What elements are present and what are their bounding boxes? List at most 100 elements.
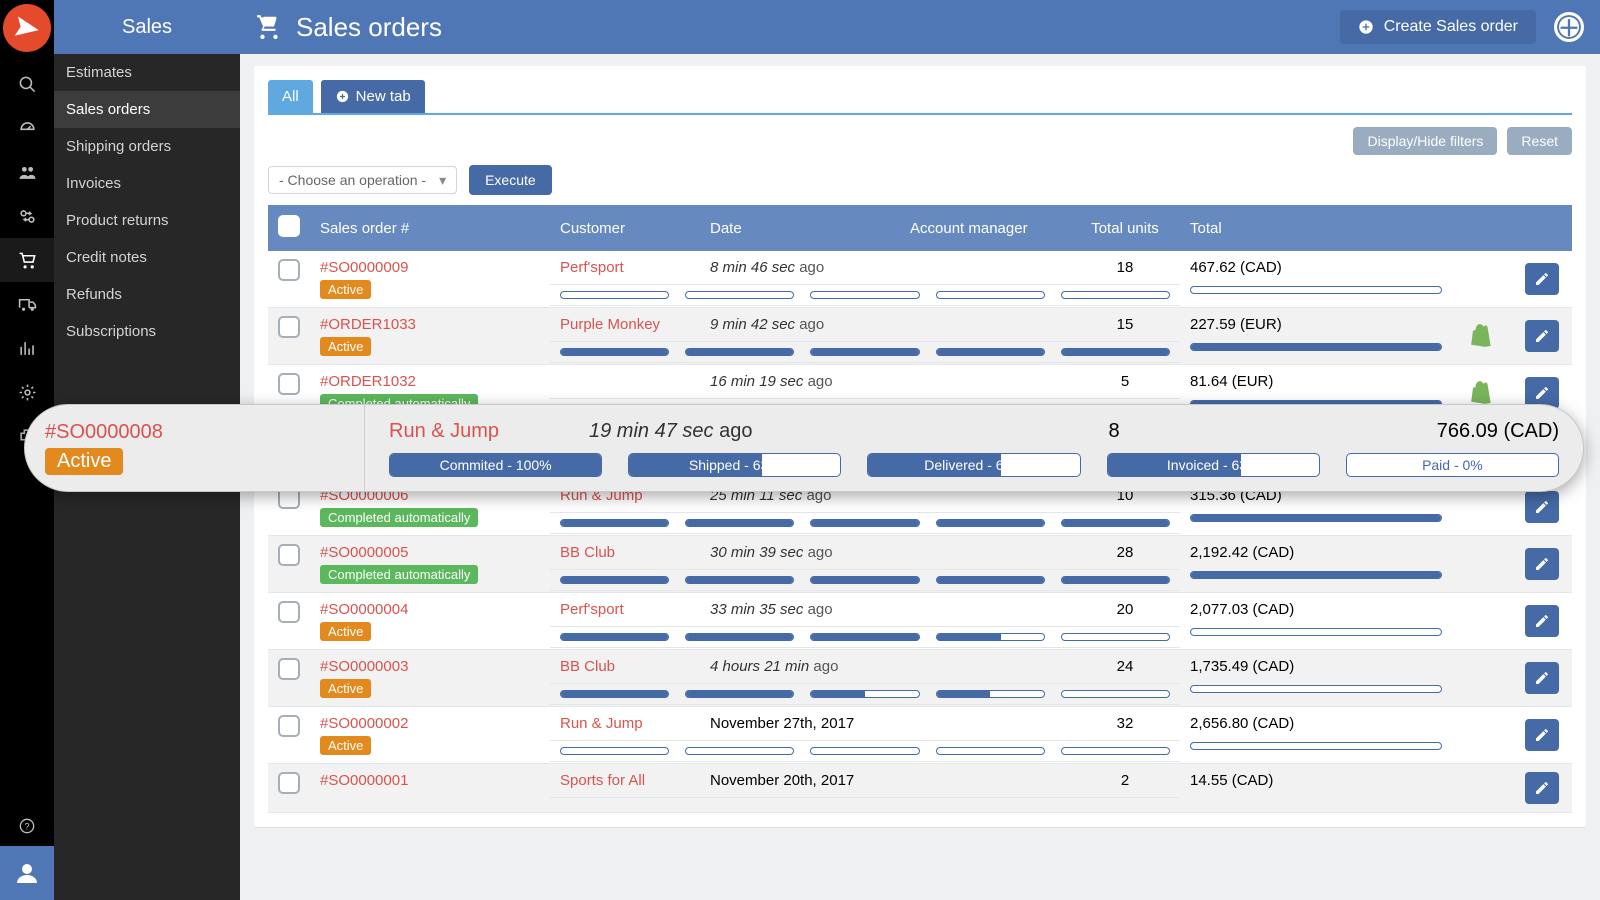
app-logo[interactable] [0,0,55,56]
create-sales-order-button[interactable]: Create Sales order [1340,10,1536,44]
row-checkbox[interactable] [278,544,300,566]
row-total: 1,735.49 (CAD) [1180,650,1452,707]
status-badge: Active [320,622,371,641]
mini-progress [1061,519,1170,527]
col-total[interactable]: Total [1180,205,1452,251]
select-all-checkbox[interactable] [278,215,300,237]
nav-estimates[interactable]: Estimates [54,54,240,91]
edit-button[interactable] [1525,548,1559,580]
order-link[interactable]: #SO0000001 [320,772,408,789]
col-order[interactable]: Sales order # [310,205,550,251]
row-checkbox[interactable] [278,658,300,680]
table-row: #SO0000009 Active Perf'sport 8 min 46 se… [268,251,1572,308]
nav-credit-notes[interactable]: Credit notes [54,239,240,276]
order-link[interactable]: #ORDER1033 [320,316,416,333]
col-manager[interactable]: Account manager [900,205,1070,251]
progress-paid: Paid - 0% [1346,453,1559,477]
svg-text:?: ? [24,821,29,831]
row-total: 2,192.42 (CAD) [1180,536,1452,593]
row-checkbox[interactable] [278,715,300,737]
dashboard-icon[interactable] [0,106,54,150]
mini-progress [936,519,1045,527]
row-date: 30 min 39 sec ago [700,536,900,570]
table-row: #SO0000004 Active Perf'sport 33 min 35 s… [268,593,1572,650]
order-link[interactable]: #SO0000002 [320,715,408,732]
callout-customer-link[interactable]: Run & Jump [389,420,589,443]
edit-button[interactable] [1525,263,1559,295]
order-link[interactable]: #SO0000004 [320,601,408,618]
callout-order-link[interactable]: #SO0000008 [45,421,344,444]
mini-progress [560,633,669,641]
table-row: #ORDER1033 Active Purple Monkey 9 min 42… [268,308,1572,365]
execute-button[interactable]: Execute [469,165,552,195]
mini-progress [936,747,1045,755]
gear-icon[interactable] [0,370,54,414]
order-link[interactable]: #SO0000005 [320,544,408,561]
row-checkbox[interactable] [278,316,300,338]
nav-product-returns[interactable]: Product returns [54,202,240,239]
row-total: 2,656.80 (CAD) [1180,707,1452,764]
customer-link[interactable]: Run & Jump [560,715,643,732]
table-row: #SO0000003 Active BB Club 4 hours 21 min… [268,650,1572,707]
edit-button[interactable] [1525,719,1559,751]
mini-progress [810,291,919,299]
nav-invoices[interactable]: Invoices [54,165,240,202]
nav-refunds[interactable]: Refunds [54,276,240,313]
row-checkbox[interactable] [278,772,300,794]
edit-button[interactable] [1525,772,1559,804]
customer-link[interactable]: Sports for All [560,772,645,789]
row-checkbox[interactable] [278,259,300,281]
cart-icon[interactable] [0,238,54,282]
module-title: Sales [54,0,240,54]
row-checkbox[interactable] [278,601,300,623]
row-date: November 27th, 2017 [700,707,900,741]
edit-button[interactable] [1525,491,1559,523]
edit-button[interactable] [1525,320,1559,352]
customer-link[interactable]: BB Club [560,544,615,561]
row-checkbox[interactable] [278,373,300,395]
edit-button[interactable] [1525,662,1559,694]
nav-subscriptions[interactable]: Subscriptions [54,313,240,350]
customer-link[interactable]: Purple Monkey [560,316,660,333]
mini-progress [1061,576,1170,584]
customer-link[interactable]: BB Club [560,658,615,675]
order-link[interactable]: #SO0000003 [320,658,408,675]
add-icon[interactable]: ＋ [1554,12,1584,42]
col-customer[interactable]: Customer [550,205,700,251]
row-date: 4 hours 21 min ago [700,650,900,684]
search-icon[interactable] [0,62,54,106]
operation-select[interactable]: - Choose an operation - [268,166,457,194]
truck-icon[interactable] [0,282,54,326]
order-link[interactable]: #SO0000009 [320,259,408,276]
mini-progress [560,690,669,698]
reset-filters-button[interactable]: Reset [1507,127,1572,155]
chart-icon[interactable] [0,326,54,370]
col-units[interactable]: Total units [1070,205,1180,251]
tab-new[interactable]: New tab [321,80,425,113]
edit-button[interactable] [1525,605,1559,637]
mini-progress [685,633,794,641]
row-date: 33 min 35 sec ago [700,593,900,627]
nav-shipping-orders[interactable]: Shipping orders [54,128,240,165]
procurement-icon[interactable] [0,194,54,238]
tabs: All New tab [268,80,1572,115]
nav-sales-orders[interactable]: Sales orders [54,91,240,128]
users-icon[interactable] [0,150,54,194]
row-units: 5 [1070,365,1180,399]
display-hide-filters-button[interactable]: Display/Hide filters [1353,127,1497,155]
row-units: 2 [1070,764,1180,798]
help-icon[interactable]: ? [0,806,54,846]
callout-total: 766.09 (CAD) [1299,420,1559,443]
operation-row: - Choose an operation - Execute [268,165,1572,195]
tab-all[interactable]: All [268,80,313,113]
mini-progress [936,291,1045,299]
mini-progress [1061,348,1170,356]
mini-progress [810,576,919,584]
col-date[interactable]: Date [700,205,900,251]
customer-link[interactable]: Perf'sport [560,601,624,618]
customer-link[interactable]: Perf'sport [560,259,624,276]
progress-delivered: Delivered - 63% [867,453,1080,477]
current-user-icon[interactable] [0,846,54,900]
mini-progress [685,291,794,299]
order-link[interactable]: #ORDER1032 [320,373,416,390]
